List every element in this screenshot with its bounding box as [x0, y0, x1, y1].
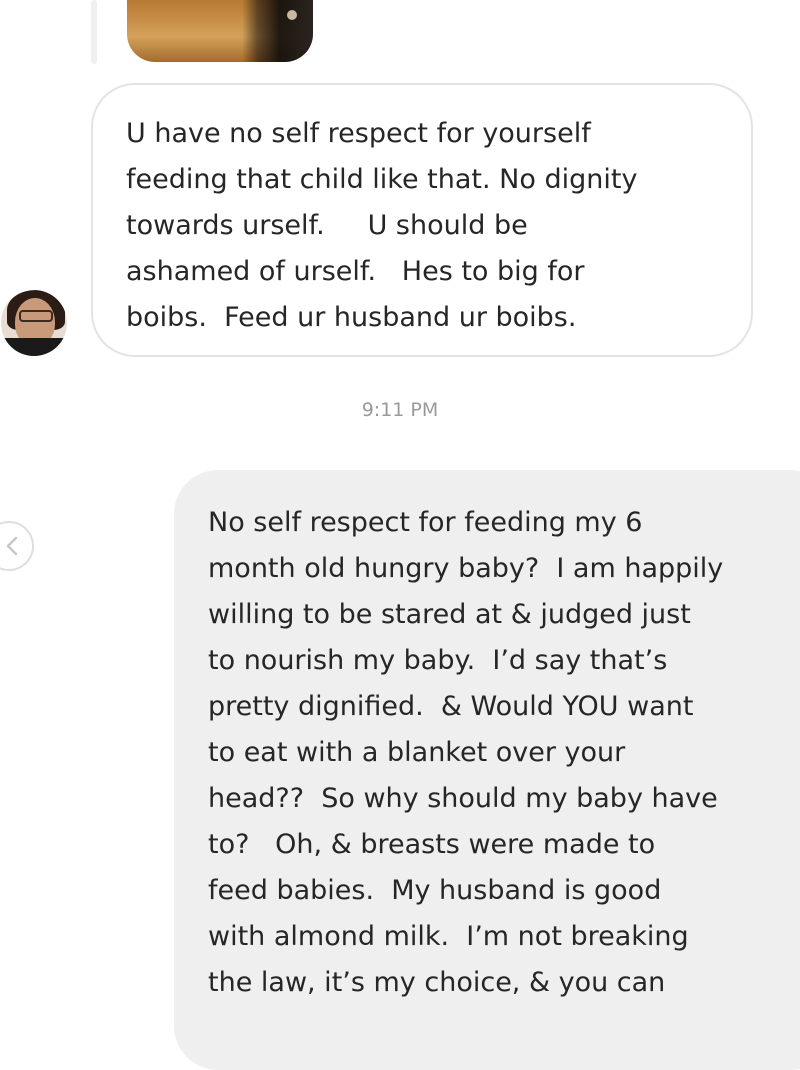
- incoming-message-line: boibs. Feed ur husband ur boibs.: [126, 302, 577, 333]
- incoming-message-line: towards urself. U should be: [126, 210, 528, 241]
- outgoing-message-line: pretty dignified. & Would YOU want: [208, 691, 694, 722]
- incoming-message-line: feeding that child like that. No dignity: [126, 164, 638, 195]
- outgoing-message-line: the law, it’s my choice, & you can: [208, 967, 666, 998]
- incoming-message-line: U have no self respect for yourself: [126, 118, 591, 149]
- message-timestamp: 9:11 PM: [361, 399, 439, 421]
- outgoing-message-line: willing to be stared at & judged just: [208, 599, 691, 630]
- incoming-message-line: ashamed of urself. Hes to big for: [126, 256, 585, 287]
- back-button[interactable]: [0, 521, 34, 571]
- outgoing-message-line: month old hungry baby? I am happily: [208, 553, 724, 584]
- outgoing-message-line: feed babies. My husband is good: [208, 875, 662, 906]
- chevron-left-icon: [6, 536, 18, 556]
- outgoing-message-line: No self respect for feeding my 6: [208, 507, 643, 538]
- outgoing-message-line: to? Oh, & breasts were made to: [208, 829, 656, 860]
- outgoing-message-line: with almond milk. I’m not breaking: [208, 921, 689, 952]
- avatar-shirt: [1, 338, 67, 356]
- avatar-glasses: [19, 310, 53, 322]
- outgoing-message-line: head?? So why should my baby have: [208, 783, 718, 814]
- outgoing-message-bubble[interactable]: No self respect for feeding my 6 month o…: [174, 470, 800, 1070]
- shared-photo-thumbnail[interactable]: [127, 0, 313, 62]
- reply-indicator-line: [91, 0, 97, 64]
- sender-avatar[interactable]: [1, 290, 67, 356]
- outgoing-message-line: to nourish my baby. I’d say that’s: [208, 645, 668, 676]
- incoming-message-bubble[interactable]: U have no self respect for yourself feed…: [91, 83, 753, 357]
- outgoing-message-line: to eat with a blanket over your: [208, 737, 626, 768]
- photo-detail: [287, 10, 297, 20]
